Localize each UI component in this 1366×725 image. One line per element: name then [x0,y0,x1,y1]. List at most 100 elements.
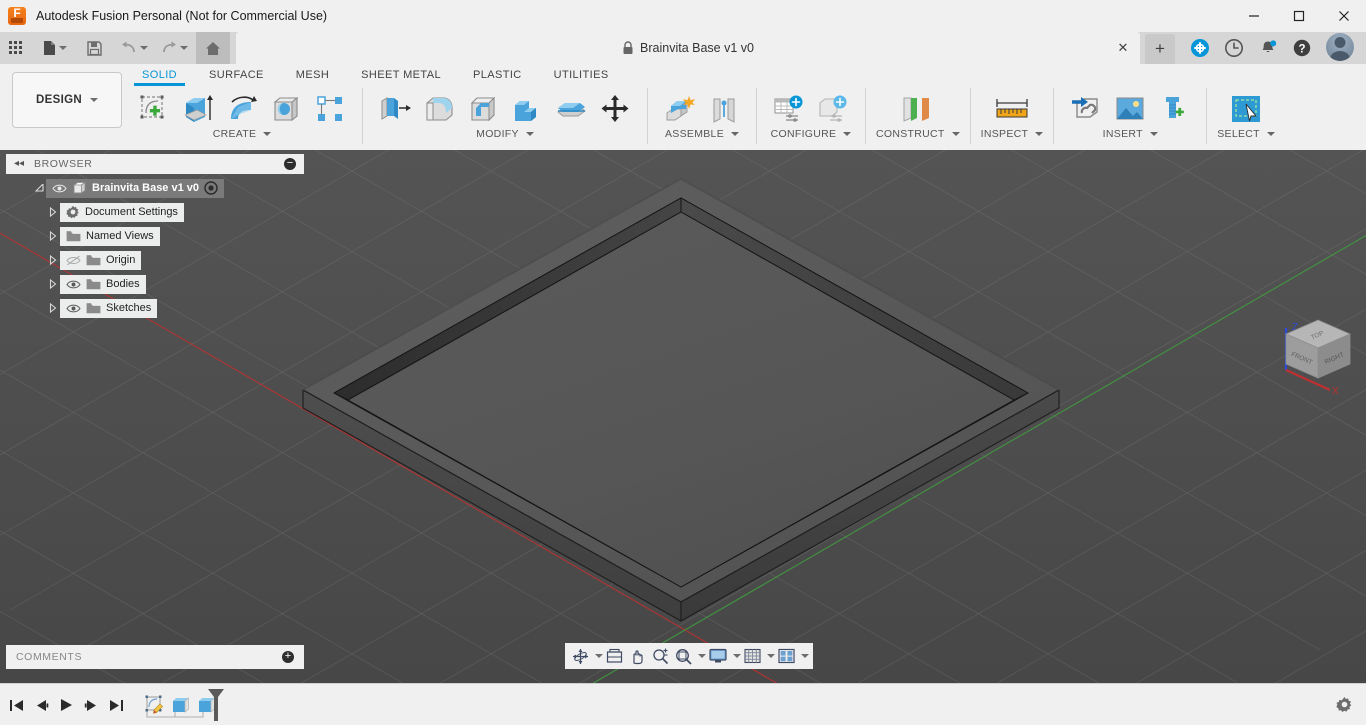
visibility-eye-icon[interactable] [66,303,81,314]
tab-mesh[interactable]: MESH [280,64,345,86]
tab-surface[interactable]: SURFACE [193,64,280,86]
job-status-icon[interactable] [1186,34,1214,62]
tree-item-document-settings[interactable]: Document Settings [6,202,304,222]
workspace-switcher-button[interactable]: DESIGN [12,72,122,128]
expand-arrow-icon[interactable] [46,202,60,222]
select-tool[interactable] [1224,88,1268,130]
jump-to-beginning-button[interactable] [4,688,29,722]
ribbon-group-label-construct[interactable]: CONSTRUCT [876,128,960,140]
chevron-down-icon[interactable] [767,654,775,658]
create-extrude-tool[interactable] [176,88,220,130]
tab-utilities[interactable]: UTILITIES [538,64,625,86]
zoom-icon[interactable] [649,644,672,668]
save-icon[interactable] [78,32,110,64]
pan-icon[interactable] [626,644,649,668]
timeline-marker[interactable] [206,688,226,722]
tree-chip-bodies[interactable]: Bodies [60,274,146,294]
redo-icon[interactable] [154,32,194,64]
ribbon-group-label-assemble[interactable]: ASSEMBLE [665,128,739,140]
tree-item-named-views[interactable]: Named Views [6,226,304,246]
tree-item-bodies[interactable]: Bodies [6,274,304,294]
create-sketch-tool[interactable] [132,88,176,130]
close-document-icon[interactable]: ✕ [1116,41,1130,55]
ribbon-group-label-select[interactable]: SELECT [1217,128,1275,140]
view-cube[interactable]: Z X TOP FRONT RIGHT [1272,308,1364,400]
chevron-down-icon[interactable] [698,654,706,658]
tab-sheet-metal[interactable]: SHEET METAL [345,64,457,86]
undo-icon[interactable] [114,32,154,64]
tree-item-sketches[interactable]: Sketches [6,298,304,318]
display-settings-icon[interactable] [706,644,730,668]
minimize-browser-icon[interactable]: − [284,158,296,170]
modify-shell-tool[interactable] [461,88,505,130]
configure-table-tool[interactable] [767,88,811,130]
tab-solid[interactable]: SOLID [126,64,193,86]
comments-panel[interactable]: COMMENTS + [6,645,304,669]
configure-part-tool[interactable] [811,88,855,130]
modify-fillet-tool[interactable] [417,88,461,130]
expand-arrow-icon[interactable] [32,178,46,198]
grid-menu-icon[interactable] [0,32,32,64]
grid-snaps-icon[interactable] [741,644,764,668]
modify-press-pull-tool[interactable] [373,88,417,130]
new-document-icon[interactable] [34,32,74,64]
home-icon[interactable] [196,32,230,64]
activate-component-icon[interactable] [204,181,218,195]
modify-offset-face-tool[interactable] [549,88,593,130]
visibility-hidden-eye-icon[interactable] [66,255,81,266]
maximize-button[interactable] [1276,0,1321,32]
inspect-measure-tool[interactable] [990,88,1034,130]
expand-arrow-icon[interactable] [46,226,60,246]
collapse-browser-icon[interactable]: ◂◂ [14,159,24,169]
minimize-button[interactable] [1231,0,1276,32]
recent-clock-icon[interactable] [1220,34,1248,62]
insert-canvas-tool[interactable] [1108,88,1152,130]
ribbon-group-label-modify[interactable]: MODIFY [476,128,534,140]
sketch-feature[interactable] [142,691,168,719]
expand-arrow-icon[interactable] [46,274,60,294]
ribbon-group-label-create[interactable]: CREATE [213,128,272,140]
play-button[interactable] [54,688,79,722]
extrude-feature-1[interactable] [168,691,194,719]
tree-chip-named-views[interactable]: Named Views [60,226,160,246]
notifications-bell-icon[interactable] [1254,34,1282,62]
construct-offset-plane-tool[interactable] [896,88,940,130]
ribbon-group-label-inspect[interactable]: INSPECT [981,128,1044,140]
assemble-new-component-tool[interactable] [658,88,702,130]
jump-to-end-button[interactable] [104,688,129,722]
tree-item-root[interactable]: Brainvita Base v1 v0 [6,178,304,198]
tree-chip-document-settings[interactable]: Document Settings [60,202,184,222]
tree-chip-root[interactable]: Brainvita Base v1 v0 [46,178,225,198]
ribbon-group-label-insert[interactable]: INSERT [1103,128,1158,140]
look-at-icon[interactable] [603,644,626,668]
new-tab-button[interactable]: + [1145,34,1175,64]
visibility-eye-icon[interactable] [52,183,67,194]
modify-combine-tool[interactable] [505,88,549,130]
expand-arrow-icon[interactable] [46,298,60,318]
chevron-down-icon[interactable] [733,654,741,658]
expand-arrow-icon[interactable] [46,250,60,270]
visibility-eye-icon[interactable] [66,279,81,290]
timeline-settings-gear[interactable] [1332,692,1356,716]
document-tab[interactable]: Brainvita Base v1 v0 ✕ [236,32,1140,64]
ribbon-group-label-configure[interactable]: CONFIGURE [771,128,852,140]
tree-chip-sketches[interactable]: Sketches [60,298,158,318]
create-revolve-tool[interactable] [220,88,264,130]
insert-mcmaster-tool[interactable] [1152,88,1196,130]
viewports-icon[interactable] [775,644,798,668]
create-sphere-tool[interactable] [264,88,308,130]
modify-move-copy-tool[interactable] [593,88,637,130]
add-comment-icon[interactable]: + [282,651,294,663]
tree-item-origin[interactable]: Origin [6,250,304,270]
tree-chip-origin[interactable]: Origin [60,250,142,270]
insert-derive-tool[interactable] [1064,88,1108,130]
step-forward-button[interactable] [79,688,104,722]
create-pattern-tool[interactable] [308,88,352,130]
chevron-down-icon[interactable] [595,654,603,658]
chevron-down-icon[interactable] [801,654,809,658]
user-avatar[interactable] [1326,33,1354,61]
step-back-button[interactable] [29,688,54,722]
close-button[interactable] [1321,0,1366,32]
assemble-joint-tool[interactable] [702,88,746,130]
orbit-icon[interactable] [569,644,592,668]
